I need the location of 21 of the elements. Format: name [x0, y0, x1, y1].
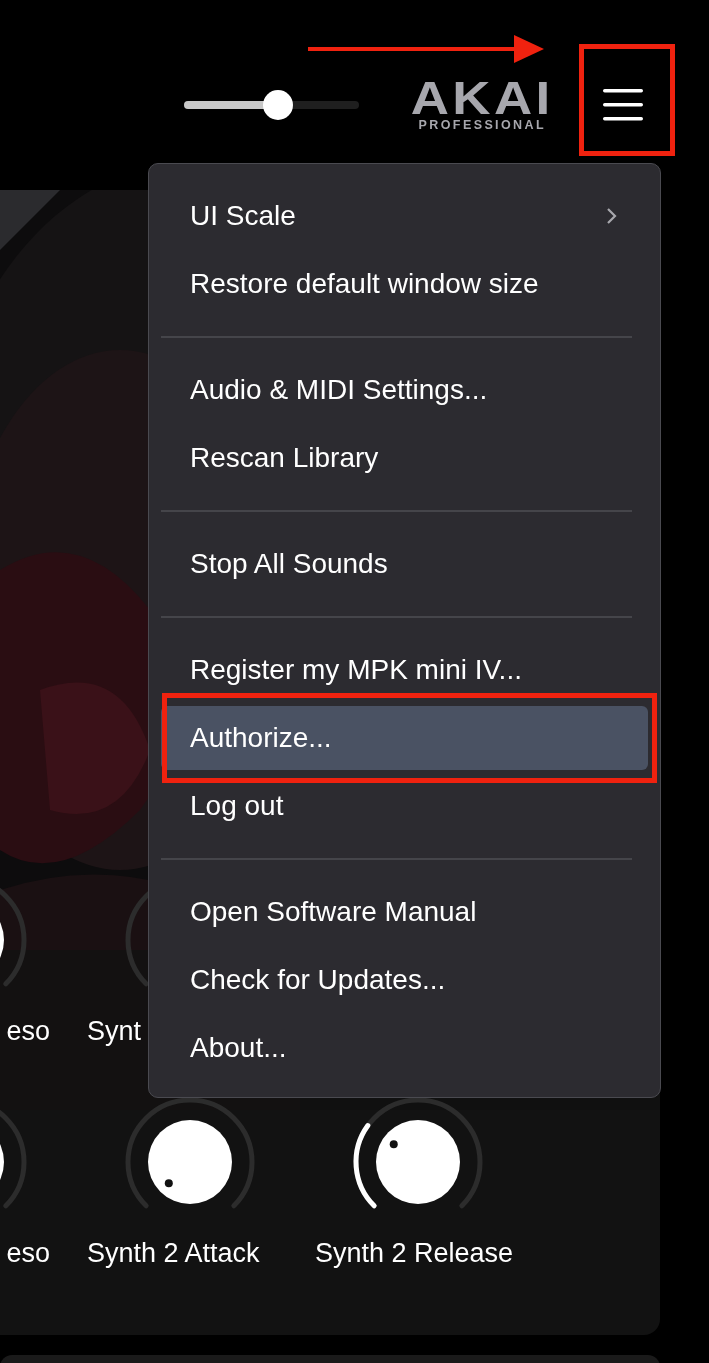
- menu-item[interactable]: Log out: [161, 772, 648, 840]
- menu-item[interactable]: Authorize...: [161, 706, 648, 770]
- slider-thumb[interactable]: [263, 90, 294, 120]
- knob-label: Synth 2 Attack: [86, 1238, 260, 1269]
- menu-item[interactable]: Audio & MIDI Settings...: [161, 356, 648, 424]
- menu-item[interactable]: Open Software Manual: [161, 878, 648, 946]
- menu-item[interactable]: Register my MPK mini IV...: [161, 636, 648, 704]
- brand-tagline: PROFESSIONAL: [418, 118, 546, 132]
- menu-item[interactable]: Stop All Sounds: [161, 530, 648, 598]
- brand-logo: AKAI: [410, 78, 554, 118]
- volume-slider[interactable]: [183, 90, 359, 120]
- menu-item[interactable]: About...: [161, 1014, 648, 1082]
- knob-label: eso: [6, 1016, 51, 1047]
- chevron-right-icon: [606, 207, 618, 225]
- knob-label: Synth 2 Release: [314, 1238, 514, 1269]
- menu-item[interactable]: Restore default window size: [161, 250, 648, 318]
- knob-label: Synt: [86, 1016, 142, 1047]
- menu-item[interactable]: Rescan Library: [161, 424, 648, 492]
- menu-item[interactable]: UI Scale: [161, 182, 648, 250]
- menu-item[interactable]: Check for Updates...: [161, 946, 648, 1014]
- knob-label: eso: [6, 1238, 51, 1269]
